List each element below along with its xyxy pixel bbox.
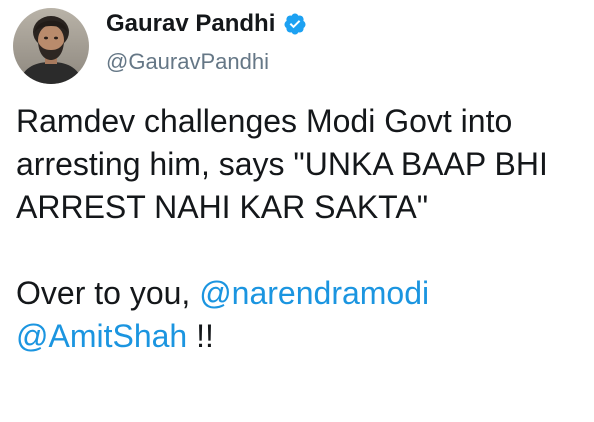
tweet-card: Gaurav Pandhi @GauravPandhi Ramdev chall…: [0, 0, 594, 422]
mention-link-narendramodi[interactable]: @narendramodi: [199, 275, 429, 311]
verified-badge-icon: [283, 12, 307, 36]
avatar[interactable]: [13, 8, 89, 84]
author-handle[interactable]: @GauravPandhi: [106, 49, 269, 75]
tweet-text-tail: !!: [187, 318, 214, 354]
tweet-paragraph-1: Ramdev challenges Modi Govt into arresti…: [16, 103, 548, 225]
tweet-text: Ramdev challenges Modi Govt into arresti…: [16, 100, 586, 358]
author-display-name[interactable]: Gaurav Pandhi: [106, 10, 275, 38]
mention-link-amitshah[interactable]: @AmitShah: [16, 318, 187, 354]
tweet-text-lead: Over to you,: [16, 275, 200, 311]
author-name-row: Gaurav Pandhi: [106, 10, 307, 38]
tweet-paragraph-2: Over to you, @narendramodi @AmitShah !!: [16, 272, 586, 358]
profile-photo-icon: [13, 8, 89, 84]
